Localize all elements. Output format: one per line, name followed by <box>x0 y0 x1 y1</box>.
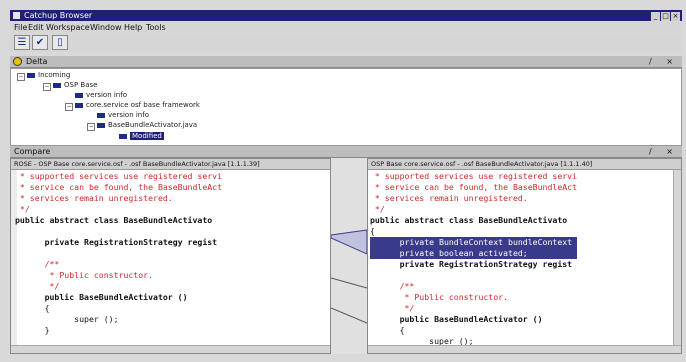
window-title: Catchup Browser <box>24 11 93 20</box>
code-line: { <box>370 226 375 236</box>
tree-node-modified[interactable]: Modified <box>119 132 164 141</box>
code-line: { <box>370 325 405 335</box>
diff-connector <box>330 158 368 354</box>
code-line: public abstract class BaseBundleActivato <box>15 215 213 225</box>
tree-node-label: Incoming <box>38 71 71 79</box>
delta-panel-controls[interactable]: / × <box>649 56 679 67</box>
code-line: super (); <box>15 314 119 324</box>
tree-node-osp-base[interactable]: OSP Base <box>53 81 97 90</box>
tree-node-version-info[interactable]: version info <box>75 91 127 100</box>
list-button[interactable]: ☰ <box>14 35 30 50</box>
right-compare-pane[interactable]: OSP Base core.service.osf - .osf BaseBun… <box>367 158 682 354</box>
list-icon: ☰ <box>17 37 27 48</box>
code-line: * supported services use registered serv… <box>370 171 578 181</box>
app-icon <box>13 12 20 19</box>
code-line: private RegistrationStrategy regist <box>15 237 218 247</box>
file-icon <box>75 92 83 98</box>
tree-node-label: Modified <box>130 132 164 140</box>
diff-connector-lines <box>330 229 368 324</box>
code-line: private boolean activated; <box>370 248 578 259</box>
tree-node-core-service[interactable]: core.service osf base framework <box>75 101 200 110</box>
tree-node-label: version info <box>108 111 149 119</box>
menu-file[interactable]: File <box>14 22 27 33</box>
close-button[interactable]: × <box>671 12 680 21</box>
menu-edit[interactable]: Edit <box>28 22 44 33</box>
menu-workspace[interactable]: Workspace <box>46 22 90 33</box>
java-file-icon <box>97 122 105 128</box>
code-line: */ <box>15 204 30 214</box>
tree-node-java-file[interactable]: BaseBundleActivator.java <box>97 121 197 130</box>
tree-node-label: version info <box>86 91 127 99</box>
compare-panel-header: Compare / × <box>10 146 682 158</box>
window-controls: _ □ × <box>650 11 680 21</box>
left-horizontal-scrollbar[interactable] <box>11 345 330 353</box>
window-title-bar: Catchup Browser _ □ × <box>10 10 682 21</box>
package-icon <box>75 102 83 108</box>
delta-tree: − Incoming − OSP Base version info − cor… <box>10 68 682 146</box>
code-line: private RegistrationStrategy regist <box>370 259 573 269</box>
tree-expander[interactable]: − <box>43 83 51 91</box>
left-pane-header: ROSE - OSP Base core.service.osf - .osf … <box>11 159 330 170</box>
minimize-button[interactable]: _ <box>651 12 660 21</box>
tree-node-version-info-2[interactable]: version info <box>97 111 149 120</box>
tree-expander[interactable]: − <box>17 73 25 81</box>
code-line: { <box>15 303 50 313</box>
compare-panel-title: Compare <box>14 147 51 156</box>
code-line: public BaseBundleActivator () <box>15 292 188 302</box>
menu-tools[interactable]: Tools <box>146 22 166 33</box>
code-line: * Public constructor. <box>15 270 154 280</box>
code-line: public BaseBundleActivator () <box>370 314 543 324</box>
code-line: /** <box>15 259 60 269</box>
code-line: */ <box>15 281 60 291</box>
code-line: * service can be found, the BaseBundleAc… <box>15 182 223 192</box>
delta-panel-header: Delta / × <box>10 56 682 68</box>
right-vertical-scrollbar[interactable] <box>673 170 681 346</box>
left-compare-pane[interactable]: ROSE - OSP Base core.service.osf - .osf … <box>10 158 331 354</box>
code-line: */ <box>370 303 415 313</box>
code-line: * services remain unregistered. <box>15 193 173 203</box>
right-horizontal-scrollbar[interactable] <box>368 345 681 353</box>
tree-node-label: BaseBundleActivator.java <box>108 121 198 129</box>
code-line: * Public constructor. <box>370 292 509 302</box>
tree-node-label: core.service osf base framework <box>86 101 200 109</box>
code-line: * services remain unregistered. <box>370 193 528 203</box>
toolbar: ☰ ✔ ▯ <box>10 34 682 52</box>
package-icon <box>53 82 61 88</box>
compare-panel-controls[interactable]: / × <box>649 146 679 157</box>
menu-help[interactable]: Help <box>124 22 142 33</box>
tree-node-label: OSP Base <box>64 81 98 89</box>
code-line: * service can be found, the BaseBundleAc… <box>370 182 578 192</box>
page-button[interactable]: ▯ <box>52 35 68 50</box>
page-icon: ▯ <box>57 37 63 48</box>
file-icon <box>97 112 105 118</box>
code-line: } <box>15 325 50 335</box>
left-code-view[interactable]: * supported services use registered serv… <box>15 171 223 353</box>
check-button[interactable]: ✔ <box>32 35 48 50</box>
code-line: */ <box>370 204 385 214</box>
tree-node-incoming[interactable]: Incoming <box>27 71 70 80</box>
code-line: /** <box>370 281 415 291</box>
menu-window[interactable]: Window <box>90 22 122 33</box>
maximize-button[interactable]: □ <box>661 12 670 21</box>
tree-expander[interactable]: − <box>87 123 95 131</box>
check-icon: ✔ <box>35 37 45 48</box>
right-pane-header: OSP Base core.service.osf - .osf BaseBun… <box>368 159 681 170</box>
code-line: public abstract class BaseBundleActivato <box>370 215 568 225</box>
tree-expander[interactable]: − <box>65 103 73 111</box>
right-code-view[interactable]: * supported services use registered serv… <box>370 171 578 353</box>
delta-panel-title: Delta <box>26 57 48 66</box>
change-icon <box>119 133 127 139</box>
code-line: private BundleContext bundleContext <box>370 237 578 248</box>
code-line: * supported services use registered serv… <box>15 171 223 181</box>
folder-icon <box>27 72 35 78</box>
menu-bar: File Edit Workspace Window Help Tools <box>10 22 682 33</box>
delta-icon <box>13 57 22 66</box>
